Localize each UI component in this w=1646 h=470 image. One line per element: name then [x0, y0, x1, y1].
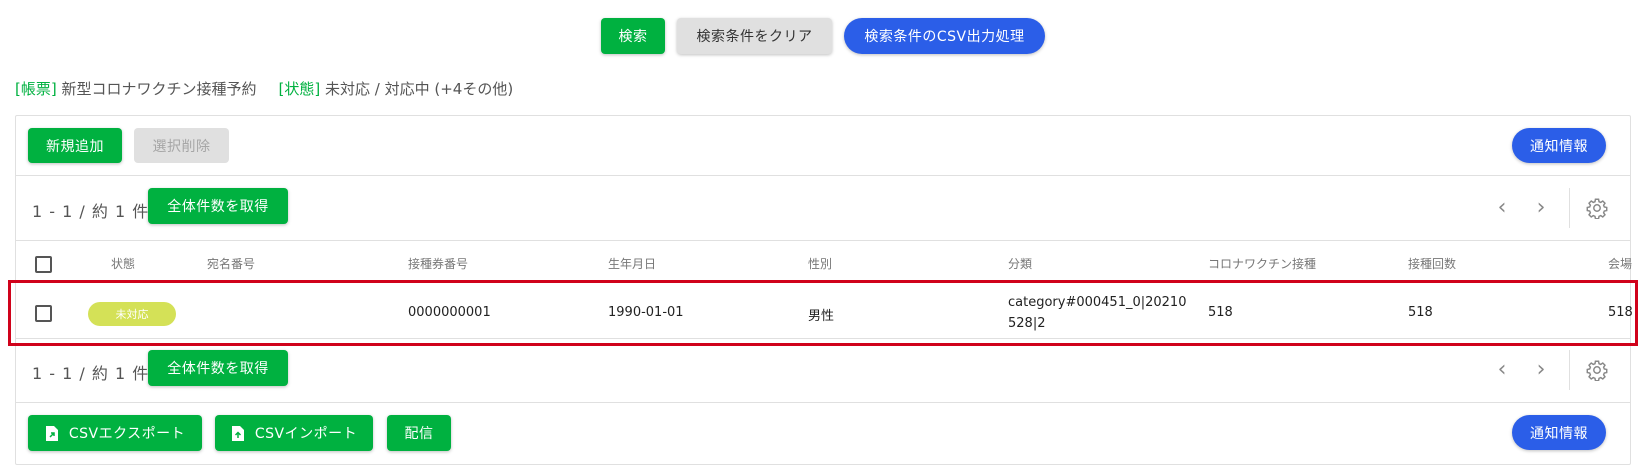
- delete-selected-button[interactable]: 選択削除: [134, 128, 229, 163]
- gear-icon[interactable]: [1586, 359, 1608, 381]
- chevron-left-icon[interactable]: ‹: [1492, 359, 1512, 381]
- form-filter: [帳票] 新型コロナワクチン接種予約: [15, 78, 257, 99]
- status-filter-value: 未対応 / 対応中 (+4その他): [325, 80, 514, 98]
- select-all-checkbox[interactable]: [35, 256, 52, 273]
- file-import-icon: [231, 425, 244, 441]
- divider: [15, 402, 1631, 403]
- column-header-ticket-number[interactable]: 接種券番号: [408, 255, 468, 272]
- status-filter: [状態] 未対応 / 対応中 (+4その他): [279, 78, 514, 99]
- csv-import-button[interactable]: CSVインポート: [215, 415, 373, 451]
- deliver-button[interactable]: 配信: [387, 415, 451, 451]
- get-total-count-button-bottom[interactable]: 全体件数を取得: [148, 350, 288, 386]
- divider: [15, 175, 1631, 176]
- csv-output-button[interactable]: 検索条件のCSV出力処理: [844, 18, 1045, 54]
- chevron-right-icon[interactable]: ›: [1531, 359, 1551, 381]
- clear-conditions-button[interactable]: 検索条件をクリア: [677, 18, 832, 54]
- column-header-gender[interactable]: 性別: [808, 255, 832, 272]
- column-header-count[interactable]: 接種回数: [1408, 255, 1456, 272]
- column-header-status[interactable]: 状態: [111, 255, 135, 272]
- row-highlight-box: [8, 280, 1638, 346]
- filter-summary: [帳票] 新型コロナワクチン接種予約 [状態] 未対応 / 対応中 (+4その他…: [15, 78, 513, 99]
- column-header-birth-date[interactable]: 生年月日: [608, 255, 656, 272]
- notification-info-button[interactable]: 通知情報: [1512, 128, 1606, 163]
- csv-import-label: CSVインポート: [254, 426, 358, 442]
- file-export-icon: [45, 425, 58, 441]
- notification-info-button-bottom[interactable]: 通知情報: [1512, 415, 1606, 450]
- column-header-address-number[interactable]: 宛名番号: [207, 255, 255, 272]
- get-total-count-button[interactable]: 全体件数を取得: [148, 188, 288, 224]
- column-header-category[interactable]: 分類: [1008, 255, 1032, 272]
- divider: [1569, 188, 1570, 228]
- csv-export-button[interactable]: CSVエクスポート: [28, 415, 202, 451]
- search-button[interactable]: 検索: [601, 18, 665, 54]
- divider: [15, 338, 1631, 339]
- divider: [15, 240, 1631, 241]
- result-count: 1 - 1 / 約 1 件: [32, 202, 150, 221]
- column-header-vaccination[interactable]: コロナワクチン接種: [1208, 255, 1316, 272]
- chevron-right-icon[interactable]: ›: [1531, 197, 1551, 219]
- divider: [1569, 350, 1570, 390]
- column-header-venue[interactable]: 会場: [1608, 255, 1632, 272]
- csv-export-label: CSVエクスポート: [68, 426, 186, 442]
- gear-icon[interactable]: [1586, 197, 1608, 219]
- add-new-button[interactable]: 新規追加: [28, 128, 122, 163]
- chevron-left-icon[interactable]: ‹: [1492, 197, 1512, 219]
- result-count-bottom: 1 - 1 / 約 1 件: [32, 364, 150, 383]
- status-filter-tag: [状態]: [278, 80, 321, 98]
- form-filter-value: 新型コロナワクチン接種予約: [61, 80, 257, 98]
- form-filter-tag: [帳票]: [15, 80, 57, 98]
